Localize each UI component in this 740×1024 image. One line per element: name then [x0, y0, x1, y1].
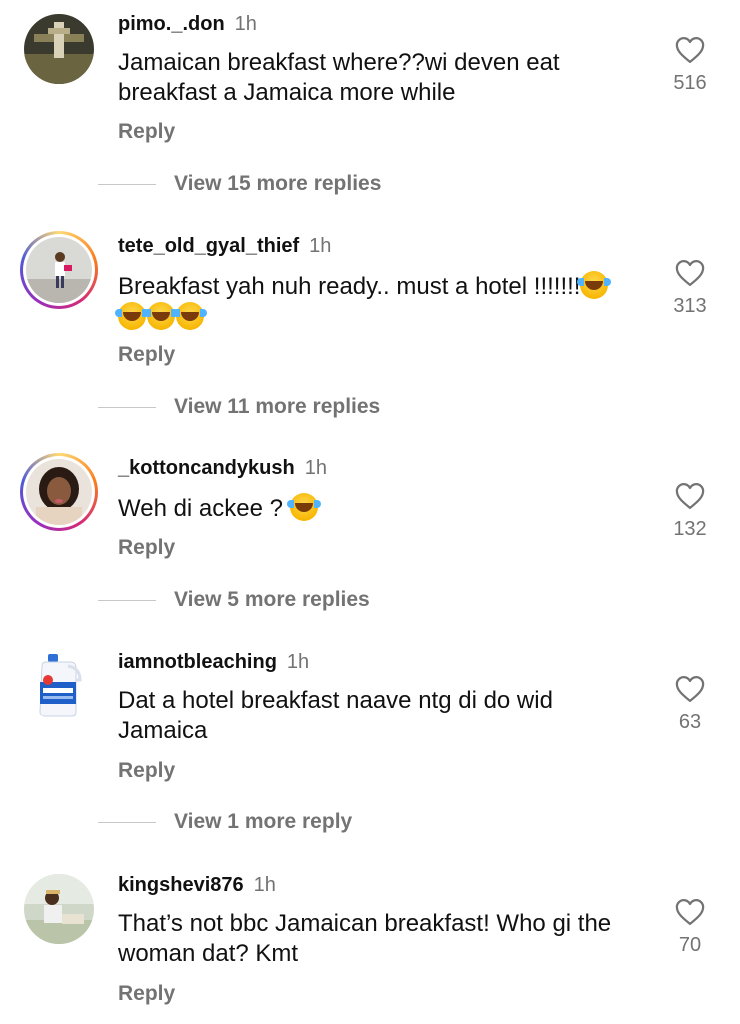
- comment-text: Breakfast yah nuh ready.. must a hotel !…: [115, 271, 638, 333]
- username[interactable]: kingshevi876: [118, 874, 244, 896]
- avatar[interactable]: [24, 14, 94, 84]
- view-more-label[interactable]: View 5 more replies: [174, 588, 370, 611]
- heart-outline-icon[interactable]: [675, 259, 705, 287]
- face-with-tears-of-joy-emoji: [144, 302, 178, 330]
- reply-button[interactable]: Reply: [118, 120, 175, 144]
- timestamp: 1h: [304, 457, 327, 479]
- reply-button[interactable]: Reply: [118, 759, 175, 783]
- username[interactable]: tete_old_gyal_thief: [118, 235, 299, 257]
- comment-text: Dat a hotel breakfast naave ntg di do wi…: [118, 687, 553, 744]
- comment-header: kingshevi876 1h: [118, 873, 276, 897]
- comment-header: pimo._.don 1h: [118, 12, 257, 36]
- reply-button[interactable]: Reply: [118, 343, 175, 367]
- like-count: 70: [678, 934, 702, 956]
- view-more-replies[interactable]: View 15 more replies: [98, 172, 381, 196]
- timestamp: 1h: [286, 651, 310, 673]
- username[interactable]: _kottoncandykush: [118, 457, 295, 479]
- view-more-label[interactable]: View 15 more replies: [174, 172, 381, 195]
- like-count: 313: [673, 295, 707, 317]
- face-with-tears-of-joy-emoji: [286, 493, 321, 521]
- comment-text-body: Weh di ackee ?: [118, 495, 283, 522]
- timestamp: 1h: [234, 13, 257, 35]
- heart-outline-icon[interactable]: [675, 675, 705, 703]
- username[interactable]: pimo._.don: [118, 13, 225, 35]
- like-button[interactable]: 70: [660, 898, 720, 957]
- face-with-tears-of-joy-emoji: [577, 271, 612, 299]
- comment-header: tete_old_gyal_thief 1h: [118, 234, 331, 258]
- avatar[interactable]: [20, 231, 98, 309]
- like-button[interactable]: 516: [660, 36, 720, 95]
- avatar[interactable]: [20, 453, 98, 531]
- comment-header: iamnotbleaching 1h: [118, 650, 309, 674]
- face-with-tears-of-joy-emoji: [115, 302, 149, 330]
- like-count: 516: [673, 72, 707, 94]
- divider: [98, 406, 156, 408]
- heart-outline-icon[interactable]: [675, 36, 705, 64]
- like-button[interactable]: 132: [660, 482, 720, 541]
- heart-outline-icon[interactable]: [675, 898, 705, 926]
- timestamp: 1h: [253, 874, 276, 896]
- timestamp: 1h: [309, 235, 332, 257]
- like-count: 132: [673, 518, 707, 540]
- heart-outline-icon[interactable]: [675, 482, 705, 510]
- like-button[interactable]: 63: [660, 675, 720, 734]
- view-more-replies[interactable]: View 5 more replies: [98, 588, 370, 612]
- comment-text-body: Breakfast yah nuh ready.. must a hotel !…: [118, 273, 581, 300]
- reply-button[interactable]: Reply: [118, 536, 175, 560]
- comment-text: Jamaican breakfast where??wi deven eat b…: [118, 49, 560, 106]
- avatar[interactable]: [24, 650, 94, 720]
- username[interactable]: iamnotbleaching: [118, 651, 277, 673]
- like-count: 63: [678, 711, 702, 733]
- view-more-label[interactable]: View 1 more reply: [174, 810, 352, 833]
- view-more-replies[interactable]: View 11 more replies: [98, 395, 380, 419]
- comment-header: _kottoncandykush 1h: [118, 456, 327, 480]
- divider: [98, 821, 156, 823]
- comment-text: That’s not bbc Jamaican breakfast! Who g…: [118, 910, 612, 967]
- divider: [98, 183, 156, 185]
- reply-button[interactable]: Reply: [118, 982, 175, 1006]
- face-with-tears-of-joy-emoji: [173, 302, 207, 330]
- divider: [98, 599, 156, 601]
- like-button[interactable]: 313: [660, 259, 720, 318]
- view-more-label[interactable]: View 11 more replies: [174, 395, 380, 418]
- comment-text: Weh di ackee ?: [118, 493, 638, 524]
- view-more-replies[interactable]: View 1 more reply: [98, 810, 352, 834]
- avatar[interactable]: [24, 874, 94, 944]
